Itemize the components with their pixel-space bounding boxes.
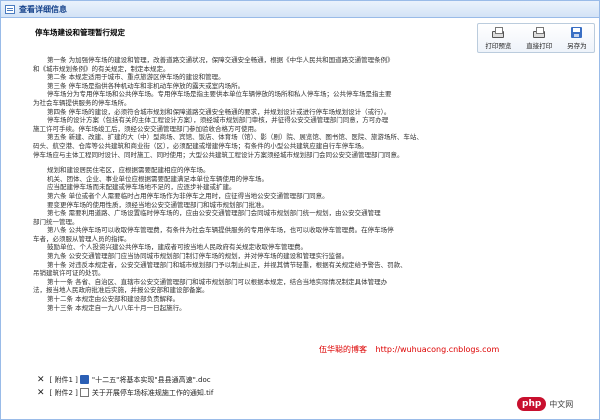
paragraph: 第十条 对违反本规定者，公安交通管理部门和城市规划部门予以制止纠正，并视其情节轻… [47,260,407,269]
paragraph: 法，报当地人民政府批准后实施，并报公安部和建设部备案。 [33,286,209,295]
document-body: 停车场建设和管理暂行规定 第一条 为加强停车场的建设和管理，改善道路交通状况，保… [33,27,473,312]
print-preview-label: 打印预览 [485,42,512,50]
paragraph: 第三条 停车场是指供各种机动车和非机动车停放的露天或室内场所。 [47,81,245,90]
window-title: 查看详细信息 [19,4,67,14]
watermark-url[interactable]: http://wuhuacong.cnblogs.com [376,345,500,354]
paragraph: 停车场分为专用停车场和公共停车场。专用停车场是指主要供本单位车辆停放的场所和私人… [47,90,392,99]
paragraph: 吊销建筑许可证的处罚。 [33,269,105,278]
document-title: 停车场建设和管理暂行规定 [35,28,125,37]
delete-attachment-icon[interactable]: ✕ [37,375,45,385]
window-titlebar: 查看详细信息 [1,1,599,18]
file-icon [79,388,89,397]
paragraph: 施工许可手续。停车场竣工后，须经公安交通管理部门参加验收合格方可使用。 [33,124,261,133]
detail-window: 查看详细信息 打印预览 直接打印 另存为 停车场建设和管理暂行规定 第一条 为加… [0,0,600,420]
paragraph: 第十一条 各省、自治区、直辖市公安交通管理部门和城市规划部门可以根据本规定，结合… [47,277,388,286]
paragraph: 车者，必须服从管理人员的指挥。 [33,234,131,243]
php-logo: php [517,397,547,411]
paragraph: 停车场应与主体工程同时设计、同时施工、同时使用；大型公共建筑工程设计方案须经城市… [33,150,404,159]
attachment-list: ✕ [ 附件1 ] "十二五"将基本实现"县县通高速".doc ✕ [ 附件2 … [37,373,437,399]
blog-watermark: 伍华聪的博客 http://wuhuacong.cnblogs.com [319,344,499,355]
attachment-label: [ 附件2 ] [49,388,78,397]
paragraph: 第四条 停车场的建设，必须符合城市规划和保障道路交通安全畅通的要求，并规划设计或… [47,107,391,116]
paragraph: 规划和建设居民住宅区，应根据需要配建相应的停车场。 [47,166,210,175]
paragraph: 第十二条 本规定由公安部和建设部负责解释。 [47,295,180,304]
delete-attachment-icon[interactable]: ✕ [37,388,45,398]
paragraph: 和《城市规划条例》的有关规定，制定本规定。 [33,64,170,73]
print-toolbar: 打印预览 直接打印 另存为 [477,23,595,53]
paragraph: 要变更停车场的使用性质，须经当地公安交通管理部门和城市规划部门批准。 [47,200,268,209]
paragraph: 第七条 需要利用道路、广场设置临时停车场的，应由公安交通管理部门会同城市规划部门… [47,209,381,218]
watermark-name: 伍华聪的博客 [319,345,367,354]
paragraph: 为社会车辆提供服务的停车场所。 [33,98,131,107]
paragraph: 第一条 为加强停车场的建设和管理，改善道路交通状况，保障交通安全畅通，根据《中华… [47,56,394,64]
paragraph: 第九条 公安交通管理部门应当协同城市规划部门制订停车场的规划，并对停车场的建设和… [47,252,349,261]
save-as-button[interactable]: 另存为 [567,27,587,50]
attachment-label: [ 附件1 ] [49,375,78,384]
attachment-link[interactable]: "十二五"将基本实现"县县通高速".doc [92,375,211,385]
paragraph: 机关、团体、企业、事业单位应根据需要配建满足本单位车辆使用的停车场。 [47,174,268,183]
paragraph: 第五条 新建、改建、扩建的大（中）型商场、宾馆、饭店、体育场（馆）、影（剧）院、… [47,133,423,142]
paragraph: 部门统一管理。 [33,217,79,226]
paragraph: 停车场的设计方案（包括有关的主体工程设计方案），须经城市规划部门审核，并征得公安… [47,116,389,125]
site-badge: php 中文网 [517,397,573,411]
attachment-item: ✕ [ 附件2 ] 关于开展停车场标准规施工作的通知.tif [37,386,437,399]
direct-print-label: 直接打印 [526,42,553,50]
attachment-item: ✕ [ 附件1 ] "十二五"将基本实现"县县通高速".doc [37,373,437,386]
paragraph: 第十三条 本规定自一九八八年十月一日起施行。 [47,303,186,312]
badge-text: 中文网 [549,399,574,409]
paragraph: 码头、航空港、仓库等公共建筑和商业街（区），必须配建或增建停车场；有条件的小型公… [33,141,368,150]
attachment-link[interactable]: 关于开展停车场标准规施工作的通知.tif [92,388,213,398]
printer-icon [492,27,505,38]
paragraph: 第二条 本规定适用于城市、重点旅游区停车场的建设和管理。 [47,73,225,82]
paragraph: 第八条 公共停车场可以收取停车管理费，有条件为社会车辆提供服务的专用停车场，也可… [47,226,394,235]
printer-icon [533,27,546,38]
document-window-icon [5,4,15,14]
paragraph: 第六条 单位或者个人需要临时占用停车场作为非停车之用时，应征得当地公安交通管理部… [47,191,329,200]
paragraph: 鼓励单位、个人投资兴建公共停车场，建成者可按当地人民政府有关规定收取停车管理费。 [47,243,307,252]
save-as-icon [571,27,583,38]
direct-print-button[interactable]: 直接打印 [526,27,552,50]
print-preview-button[interactable]: 打印预览 [485,27,511,50]
word-doc-icon [79,375,89,384]
save-as-label: 另存为 [567,42,587,50]
paragraph: 应当配建停车场而未配建或停车场地不足的，应逐步补建或扩建。 [47,183,236,192]
